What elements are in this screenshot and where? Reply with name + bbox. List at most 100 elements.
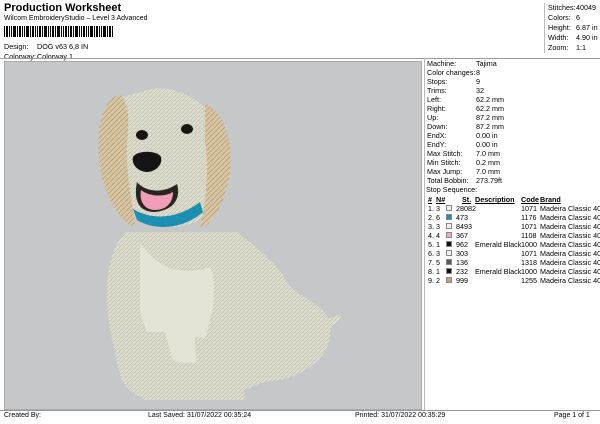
seq-number: 2. bbox=[428, 213, 434, 222]
info-value: 87.2 mm bbox=[476, 113, 504, 122]
thread-brand: Madeira Classic 40 bbox=[540, 204, 600, 213]
info-value: 273.79ft bbox=[476, 176, 502, 185]
info-label: Right: bbox=[427, 104, 446, 113]
thread-description: Emerald Black bbox=[475, 267, 522, 276]
thread-brand: Madeira Classic 40 bbox=[540, 213, 600, 222]
thread-code: 1108 bbox=[521, 231, 537, 240]
info-label: Stops: bbox=[427, 77, 448, 86]
info-label: EndX: bbox=[427, 131, 447, 140]
created-by: Created By: bbox=[4, 412, 41, 419]
table-row: 4. 4 367 1108 Madeira Classic 40 bbox=[426, 231, 600, 240]
colors-label: Colors: bbox=[548, 13, 571, 22]
stop-sequence-title: Stop Sequence: bbox=[426, 185, 478, 194]
printed-date: Printed: 31/07/2022 00:35:29 bbox=[355, 412, 446, 419]
table-row: 2. 6 473 1176 Madeira Classic 40 bbox=[426, 213, 600, 222]
thread-code: 1000 bbox=[521, 267, 537, 276]
stitch-count: 999 bbox=[456, 276, 468, 285]
info-label: Up: bbox=[427, 113, 439, 122]
stitch-count: 136 bbox=[456, 258, 468, 267]
table-row: 5. 1 962 Emerald Black 1000 Madeira Classic 4… bbox=[426, 240, 600, 249]
thread-color-swatch bbox=[446, 277, 452, 283]
needle-number: 3 bbox=[436, 249, 440, 258]
info-label: Max Stitch: bbox=[427, 149, 463, 158]
col-brand: Brand bbox=[540, 195, 561, 204]
seq-number: 6. bbox=[428, 249, 434, 258]
thread-code: 1255 bbox=[521, 276, 537, 285]
thread-color-swatch bbox=[446, 223, 452, 229]
thread-brand: Madeira Classic 40 bbox=[540, 231, 600, 240]
stitch-count: 367 bbox=[456, 231, 468, 240]
info-label: Max Jump: bbox=[427, 167, 463, 176]
info-value: 9 bbox=[476, 77, 480, 86]
page-title: Production Worksheet bbox=[4, 2, 122, 14]
seq-number: 9. bbox=[428, 276, 434, 285]
design-label: Design: bbox=[4, 42, 29, 51]
zoom-label: Zoom: bbox=[548, 43, 569, 52]
thread-brand: Madeira Classic 40 bbox=[540, 222, 600, 231]
stitch-count: 473 bbox=[456, 213, 468, 222]
design-summary: Stitches: 40049 Colors: 6 Height: 6.87 in W… bbox=[544, 3, 600, 53]
thread-color-swatch bbox=[446, 214, 452, 220]
colors-value: 6 bbox=[576, 13, 580, 22]
info-label: Total Bobbin: bbox=[427, 176, 469, 185]
thread-brand: Madeira Classic 40 bbox=[540, 258, 600, 267]
thread-brand: Madeira Classic 40 bbox=[540, 240, 600, 249]
info-value: 7.0 mm bbox=[476, 167, 500, 176]
seq-number: 7. bbox=[428, 258, 434, 267]
thread-color-swatch bbox=[446, 250, 452, 256]
zoom-value: 1:1 bbox=[576, 43, 586, 52]
info-label: Min Stitch: bbox=[427, 158, 461, 167]
thread-brand: Madeira Classic 40 bbox=[540, 267, 600, 276]
last-saved: Last Saved: 31/07/2022 00:35:24 bbox=[148, 412, 252, 419]
needle-number: 1 bbox=[436, 240, 440, 249]
colorway-label: Colorway: bbox=[4, 52, 36, 61]
needle-number: 6 bbox=[436, 213, 440, 222]
table-row: 9. 2 999 1255 Madeira Classic 40 bbox=[426, 276, 600, 285]
needle-number: 3 bbox=[436, 204, 440, 213]
info-label: Machine: bbox=[427, 59, 457, 68]
design-preview bbox=[4, 61, 422, 410]
thread-brand: Madeira Classic 40 bbox=[540, 249, 600, 258]
info-value: Tajima bbox=[476, 59, 497, 68]
software-name: Wilcom EmbroideryStudio – Level 3 Advanc… bbox=[4, 15, 148, 22]
thread-color-swatch bbox=[446, 268, 452, 274]
needle-number: 5 bbox=[436, 258, 440, 267]
stitches-label: Stitches: bbox=[548, 3, 576, 12]
needle-number: 3 bbox=[436, 222, 440, 231]
stitch-count: 28082 bbox=[456, 204, 476, 213]
col-stitches: St. bbox=[462, 195, 472, 204]
info-value: 32 bbox=[476, 86, 484, 95]
info-label: Trims: bbox=[427, 86, 447, 95]
colorway-value: Colorway 1 bbox=[37, 52, 73, 61]
width-label: Width: bbox=[548, 33, 569, 42]
footer-divider bbox=[0, 410, 600, 411]
stitch-count: 232 bbox=[456, 267, 468, 276]
col-needle: N# bbox=[436, 195, 446, 204]
col-code: Code bbox=[521, 195, 539, 204]
info-label: Down: bbox=[427, 122, 448, 131]
needle-number: 4 bbox=[436, 231, 440, 240]
thread-color-swatch bbox=[446, 259, 452, 265]
seq-number: 3. bbox=[428, 222, 434, 231]
seq-number: 1. bbox=[428, 204, 434, 213]
needle-number: 2 bbox=[436, 276, 440, 285]
thread-description: Emerald Black bbox=[475, 240, 522, 249]
stitch-count: 962 bbox=[456, 240, 468, 249]
page-number: Page 1 of 1 bbox=[554, 412, 590, 419]
info-value: 0.00 in bbox=[476, 131, 498, 140]
thread-code: 1176 bbox=[521, 213, 537, 222]
info-value: 0.2 mm bbox=[476, 158, 500, 167]
thread-color-swatch bbox=[446, 232, 452, 238]
table-row: 1. 3 28082 1071 Madeira Classic 40 bbox=[426, 204, 600, 213]
thread-code: 1071 bbox=[521, 222, 537, 231]
thread-color-swatch bbox=[446, 241, 452, 247]
design-value: DOG v63 6,8 IN bbox=[37, 42, 89, 51]
info-value: 0.00 in bbox=[476, 140, 498, 149]
info-value: 8 bbox=[476, 68, 480, 77]
info-value: 7.0 mm bbox=[476, 149, 500, 158]
table-row: 3. 3 8493 1071 Madeira Classic 40 bbox=[426, 222, 600, 231]
thread-code: 1071 bbox=[521, 204, 537, 213]
stitches-value: 40049 bbox=[576, 3, 596, 12]
col-num: # bbox=[428, 195, 432, 204]
info-label: Left: bbox=[427, 95, 441, 104]
